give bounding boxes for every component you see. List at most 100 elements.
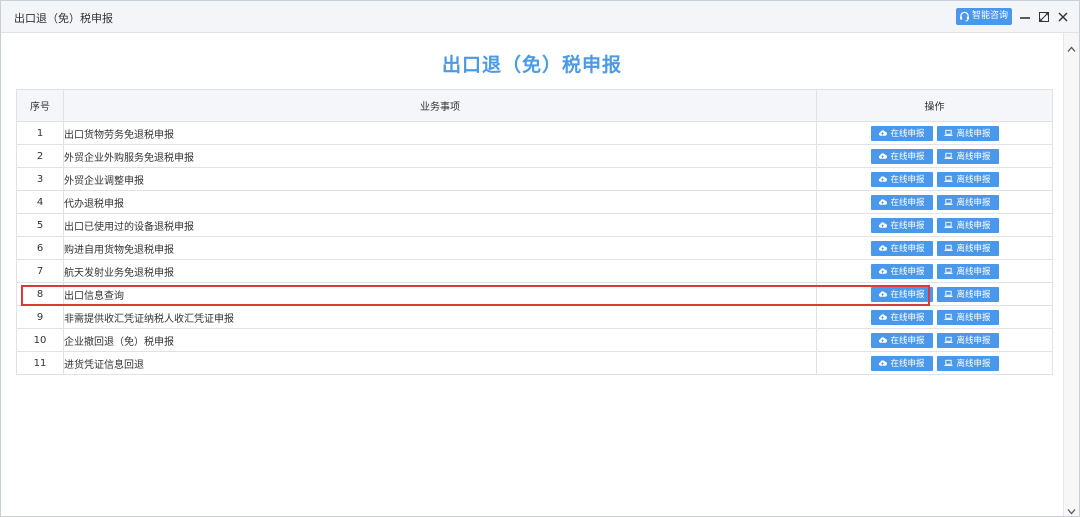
cloud-upload-icon: [878, 359, 888, 367]
laptop-icon: [944, 244, 954, 252]
online-declare-button[interactable]: 在线申报: [870, 194, 933, 210]
offline-declare-button[interactable]: 离线申报: [936, 171, 999, 187]
row-item-name: 非需提供收汇凭证纳税人收汇凭证申报: [63, 305, 817, 329]
online-declare-button[interactable]: 在线申报: [870, 240, 933, 256]
online-declare-label: 在线申报: [890, 198, 925, 208]
offline-declare-button[interactable]: 离线申报: [936, 332, 999, 348]
offline-declare-label: 离线申报: [956, 221, 991, 231]
online-declare-button[interactable]: 在线申报: [870, 332, 933, 348]
row-item-name: 代办退税申报: [63, 190, 817, 214]
close-icon: [1057, 11, 1069, 23]
minimize-button[interactable]: [1017, 9, 1033, 25]
table-row: 7 航天发射业务免退税申报 在线申报 离线申报: [16, 259, 1053, 283]
table-row: 3 外贸企业调整申报 在线申报 离线申报: [16, 167, 1053, 191]
offline-declare-button[interactable]: 离线申报: [936, 194, 999, 210]
cloud-upload-icon: [878, 175, 888, 183]
laptop-icon: [944, 198, 954, 206]
row-number: 1: [16, 121, 64, 145]
row-item-name: 航天发射业务免退税申报: [63, 259, 817, 283]
online-declare-button[interactable]: 在线申报: [870, 309, 933, 325]
laptop-icon: [944, 152, 954, 160]
declaration-table: 序号 业务事项 操作 1 出口货物劳务免退税申报 在线申报 离线申报 2 外贸企业外购服务…: [16, 89, 1053, 375]
offline-declare-button[interactable]: 离线申报: [936, 240, 999, 256]
header-no: 序号: [16, 89, 64, 122]
table-row: 6 购进自用货物免退税申报 在线申报 离线申报: [16, 236, 1053, 260]
headset-icon: [959, 11, 970, 22]
online-declare-label: 在线申报: [890, 359, 925, 369]
laptop-icon: [944, 290, 954, 298]
row-number: 10: [16, 328, 64, 352]
row-item-name: 购进自用货物免退税申报: [63, 236, 817, 260]
offline-declare-label: 离线申报: [956, 313, 991, 323]
cloud-upload-icon: [878, 244, 888, 252]
row-number: 6: [16, 236, 64, 260]
table-row: 2 外贸企业外购服务免退税申报 在线申报 离线申报: [16, 144, 1053, 168]
online-declare-button[interactable]: 在线申报: [870, 125, 933, 141]
smart-consult-label: 智能咨询: [972, 11, 1009, 21]
offline-declare-button[interactable]: 离线申报: [936, 125, 999, 141]
table-row: 1 出口货物劳务免退税申报 在线申报 离线申报: [16, 121, 1053, 145]
offline-declare-label: 离线申报: [956, 244, 991, 254]
cloud-upload-icon: [878, 290, 888, 298]
row-actions: 在线申报 离线申报: [816, 213, 1053, 237]
row-actions: 在线申报 离线申报: [816, 305, 1053, 329]
cloud-upload-icon: [878, 221, 888, 229]
header-ops: 操作: [816, 89, 1053, 122]
app-window: 出口退（免）税申报 智能咨询 出口退（免）税申报 序号 业务事项 操作 1 出口…: [0, 0, 1080, 517]
online-declare-label: 在线申报: [890, 313, 925, 323]
cloud-upload-icon: [878, 267, 888, 275]
offline-declare-label: 离线申报: [956, 129, 991, 139]
table-row: 4 代办退税申报 在线申报 离线申报: [16, 190, 1053, 214]
table-header-row: 序号 业务事项 操作: [16, 89, 1053, 122]
row-actions: 在线申报 离线申报: [816, 236, 1053, 260]
offline-declare-button[interactable]: 离线申报: [936, 263, 999, 279]
offline-declare-button[interactable]: 离线申报: [936, 148, 999, 164]
online-declare-label: 在线申报: [890, 152, 925, 162]
scroll-up-icon[interactable]: [1067, 39, 1076, 52]
row-number: 4: [16, 190, 64, 214]
online-declare-button[interactable]: 在线申报: [870, 355, 933, 371]
row-actions: 在线申报 离线申报: [816, 190, 1053, 214]
row-item-name: 外贸企业外购服务免退税申报: [63, 144, 817, 168]
laptop-icon: [944, 221, 954, 229]
page-title: 出口退（免）税申报: [441, 54, 622, 76]
online-declare-button[interactable]: 在线申报: [870, 171, 933, 187]
smart-consult-button[interactable]: 智能咨询: [956, 8, 1013, 25]
offline-declare-button[interactable]: 离线申报: [936, 355, 999, 371]
cloud-upload-icon: [878, 336, 888, 344]
laptop-icon: [944, 359, 954, 367]
row-number: 3: [16, 167, 64, 191]
offline-declare-label: 离线申报: [956, 359, 991, 369]
close-button[interactable]: [1055, 9, 1071, 25]
table-row: 10 企业撤回退（免）税申报 在线申报 离线申报: [16, 328, 1053, 352]
cloud-upload-icon: [878, 152, 888, 160]
row-item-name: 进货凭证信息回退: [63, 351, 817, 375]
offline-declare-button[interactable]: 离线申报: [936, 217, 999, 233]
maximize-button[interactable]: [1036, 9, 1052, 25]
online-declare-button[interactable]: 在线申报: [870, 217, 933, 233]
scroll-down-icon[interactable]: [1067, 501, 1076, 515]
content-area: 出口退（免）税申报 序号 业务事项 操作 1 出口货物劳务免退税申报 在线申报 离线申…: [1, 33, 1063, 516]
header-item: 业务事项: [63, 89, 817, 122]
online-declare-button[interactable]: 在线申报: [870, 263, 933, 279]
online-declare-button[interactable]: 在线申报: [870, 148, 933, 164]
online-declare-button[interactable]: 在线申报: [870, 286, 933, 302]
row-actions: 在线申报 离线申报: [816, 282, 1053, 306]
cloud-upload-icon: [878, 198, 888, 206]
offline-declare-button[interactable]: 离线申报: [936, 309, 999, 325]
table-row: 11 进货凭证信息回退 在线申报 离线申报: [16, 351, 1053, 375]
row-actions: 在线申报 离线申报: [816, 167, 1053, 191]
row-number: 7: [16, 259, 64, 283]
title-bar: 出口退（免）税申报 智能咨询: [1, 1, 1079, 33]
row-item-name: 外贸企业调整申报: [63, 167, 817, 191]
offline-declare-label: 离线申报: [956, 290, 991, 300]
online-declare-label: 在线申报: [890, 175, 925, 185]
offline-declare-button[interactable]: 离线申报: [936, 286, 999, 302]
laptop-icon: [944, 175, 954, 183]
maximize-icon: [1038, 11, 1050, 23]
vertical-scrollbar[interactable]: [1063, 33, 1079, 516]
minimize-icon: [1019, 11, 1031, 23]
table-body: 1 出口货物劳务免退税申报 在线申报 离线申报 2 外贸企业外购服务免退税申报 在线申报 离线…: [16, 121, 1053, 375]
row-number: 9: [16, 305, 64, 329]
row-number: 11: [16, 351, 64, 375]
